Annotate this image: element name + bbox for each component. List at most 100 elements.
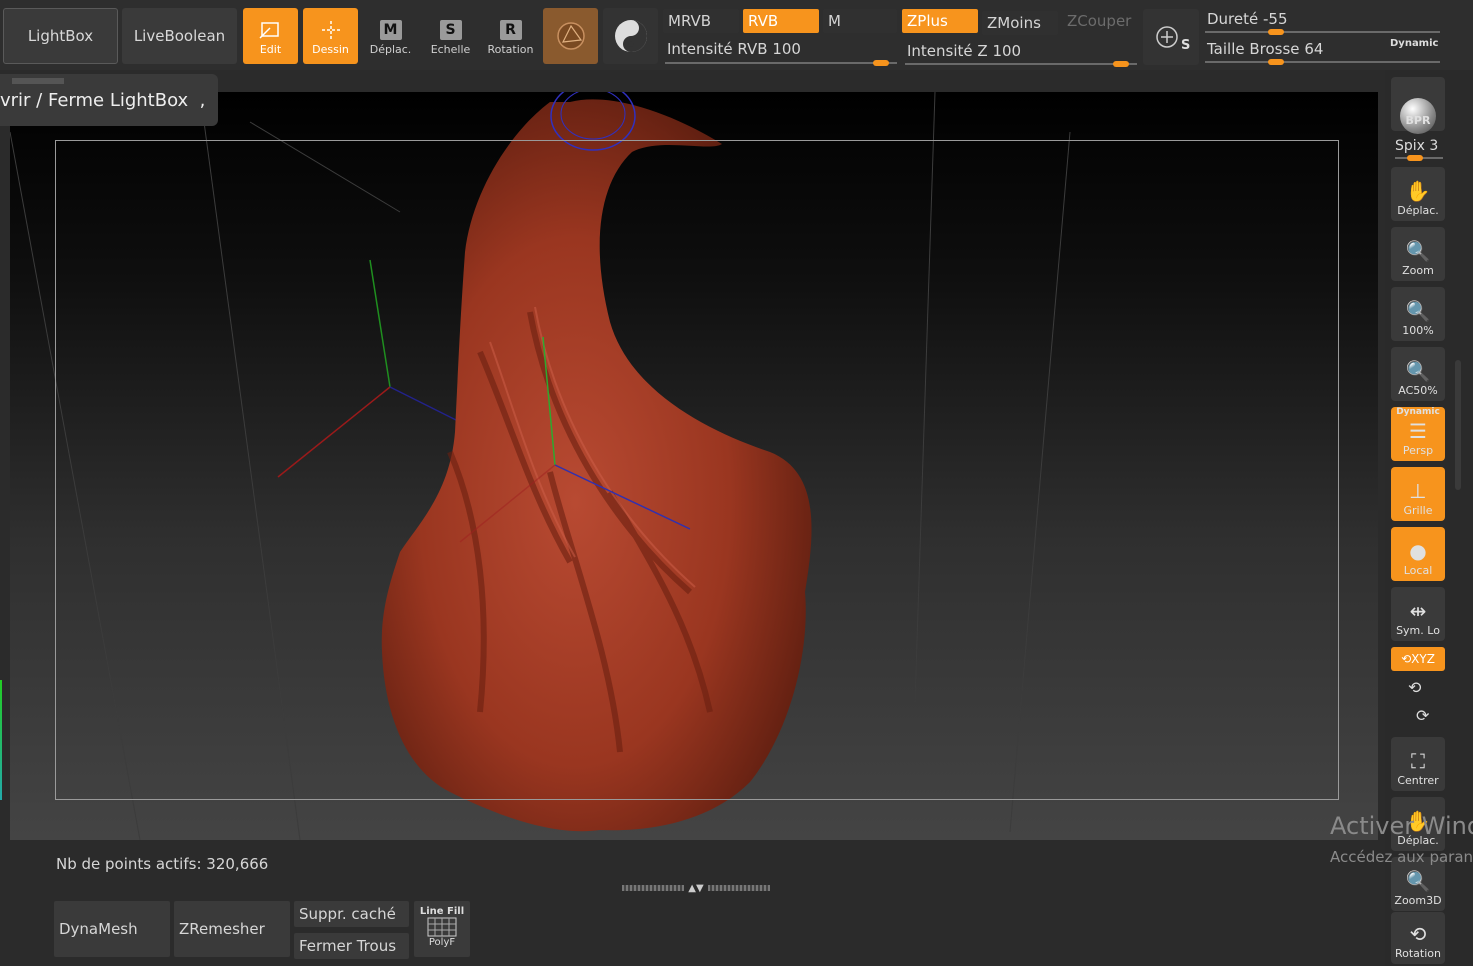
z-intensity-slider[interactable]: Intensité Z 100 [907,42,1021,60]
rotate-z-icon[interactable]: ⟳ [1416,706,1429,725]
active-points-status: Nb de points actifs: 320,666 [56,855,268,873]
z-intensity-label: Intensité Z [907,42,988,60]
active-points-value: 320,666 [206,855,269,873]
document-frame [55,140,1339,800]
hardness-label: Dureté [1207,10,1259,28]
z-intensity-knob[interactable] [1113,61,1129,67]
rgb-intensity-knob[interactable] [873,60,889,66]
zoom-label: Zoom [1402,264,1434,277]
actual-size-label: 100% [1402,324,1434,337]
floor-icon: ⊥ [1409,479,1427,503]
half-size-label: AC50% [1398,384,1438,397]
zoom-icon: 🔍 [1405,239,1431,263]
rgb-intensity-track[interactable] [665,60,897,66]
rgb-intensity-slider[interactable]: Intensité RVB 100 [667,40,801,58]
spix-slider[interactable]: Spix 3 [1395,138,1438,154]
tray-grip-left [622,885,685,891]
hardness-slider[interactable]: Dureté -55 [1207,10,1288,28]
liveboolean-button[interactable]: LiveBoolean [122,8,237,64]
tooltip-text: vrir / Ferme LightBox , [0,90,206,111]
half-size-button[interactable]: 🔍 AC50% [1391,347,1445,401]
mrgb-toggle[interactable]: MRVB [663,9,739,33]
zcut-label: ZCouper [1067,12,1132,30]
persp-dynamic-label: Dynamic [1396,407,1440,417]
lightbox-button[interactable]: LightBox [3,8,118,64]
spix-track[interactable] [1395,155,1443,161]
actual-size-button[interactable]: 🔍 100% [1391,287,1445,341]
rotate-icon: R [499,20,522,40]
edit-button[interactable]: Edit [243,8,298,64]
delete-hidden-button[interactable]: Suppr. caché [294,901,409,927]
polyframe-icon [427,917,457,937]
hardness-value: -55 [1263,10,1288,28]
zsub-toggle[interactable]: ZMoins [982,11,1058,35]
zoom3d-label: Zoom3D [1394,894,1442,907]
brush-size-knob[interactable] [1268,59,1284,65]
center-label: Centrer [1397,774,1439,787]
floor-label: Grille [1403,504,1433,517]
symmetry-icon: ⇹ [1409,599,1427,623]
m-toggle[interactable]: M [823,9,897,33]
stroke-selector[interactable]: S [1143,9,1199,65]
center-button[interactable]: ⛶ Centrer [1391,737,1445,791]
close-holes-label: Fermer Trous [299,937,397,955]
spix-knob[interactable] [1407,155,1423,161]
bpr-button[interactable]: BPR [1391,77,1445,134]
rgb-label: RVB [748,12,779,30]
brush-size-slider[interactable]: Taille Brosse 64 [1207,40,1323,58]
brush-size-label: Taille Brosse [1207,40,1300,58]
rotate-y-icon[interactable]: ⟲ [1408,678,1421,697]
rotation-3d-label: Rotation [1394,947,1441,960]
close-holes-button[interactable]: Fermer Trous [294,933,409,959]
scale-button[interactable]: S Echelle [423,8,478,64]
material-icon [556,22,585,50]
move-icon: M [379,20,402,40]
activation-watermark-subtitle: Accédez aux paran [1330,848,1473,866]
spix-label: Spix [1395,138,1425,154]
persp-button[interactable]: Dynamic ☰ Persp [1391,407,1445,461]
zadd-toggle[interactable]: ZPlus [902,9,978,33]
rotate-button[interactable]: R Rotation [483,8,538,64]
tray-arrows-icon: ▲▼ [688,882,704,894]
m-label: M [828,12,841,30]
dynamesh-button[interactable]: DynaMesh [54,901,170,957]
dynamesh-label: DynaMesh [59,920,138,938]
activation-watermark-title: Activer Windo [1330,812,1473,840]
brush-size-value: 64 [1304,40,1324,58]
material-selector[interactable] [543,8,598,64]
brush-size-track[interactable] [1205,59,1440,65]
move-view-label: Déplac. [1397,204,1439,217]
floor-button[interactable]: ⊥ Grille [1391,467,1445,521]
local-icon: ● [1409,539,1427,563]
delete-hidden-label: Suppr. caché [299,905,396,923]
left-edge-indicator [0,680,2,800]
linefill-button[interactable]: Line Fill PolyF [414,901,470,957]
rgb-toggle[interactable]: RVB [743,9,819,33]
tray-toggle[interactable]: ▲▼ [616,882,776,894]
center-icon: ⛶ [1411,749,1425,773]
persp-label: Persp [1402,444,1434,457]
xyz-button[interactable]: ⟲ XYZ [1391,647,1445,671]
rotation-3d-button[interactable]: ⟲ Rotation [1391,912,1445,964]
dynamic-toggle[interactable]: Dynamic [1390,38,1438,49]
zsub-label: ZMoins [987,14,1041,32]
shelf-scrollbar[interactable] [1455,360,1461,490]
local-button[interactable]: ● Local [1391,527,1445,581]
local-label: Local [1403,564,1433,577]
zoom-button[interactable]: 🔍 Zoom [1391,227,1445,281]
zremesher-button[interactable]: ZRemesher [174,901,290,957]
local-symmetry-button[interactable]: ⇹ Sym. Lo [1391,587,1445,641]
hardness-knob[interactable] [1268,29,1284,35]
z-intensity-track[interactable] [905,61,1137,67]
texture-selector[interactable] [603,8,658,64]
zcut-toggle[interactable]: ZCouper [1062,9,1138,33]
local-symmetry-label: Sym. Lo [1396,624,1440,637]
move-button[interactable]: M Déplac. [363,8,418,64]
xyz-label: XYZ [1411,652,1435,666]
lightbox-label: LightBox [27,27,94,45]
actual-size-icon: 🔍 [1405,299,1431,323]
move-view-button[interactable]: ✋ Déplac. [1391,167,1445,221]
hardness-track[interactable] [1205,29,1440,35]
draw-button[interactable]: Dessin [303,8,358,64]
mrgb-label: MRVB [668,12,712,30]
